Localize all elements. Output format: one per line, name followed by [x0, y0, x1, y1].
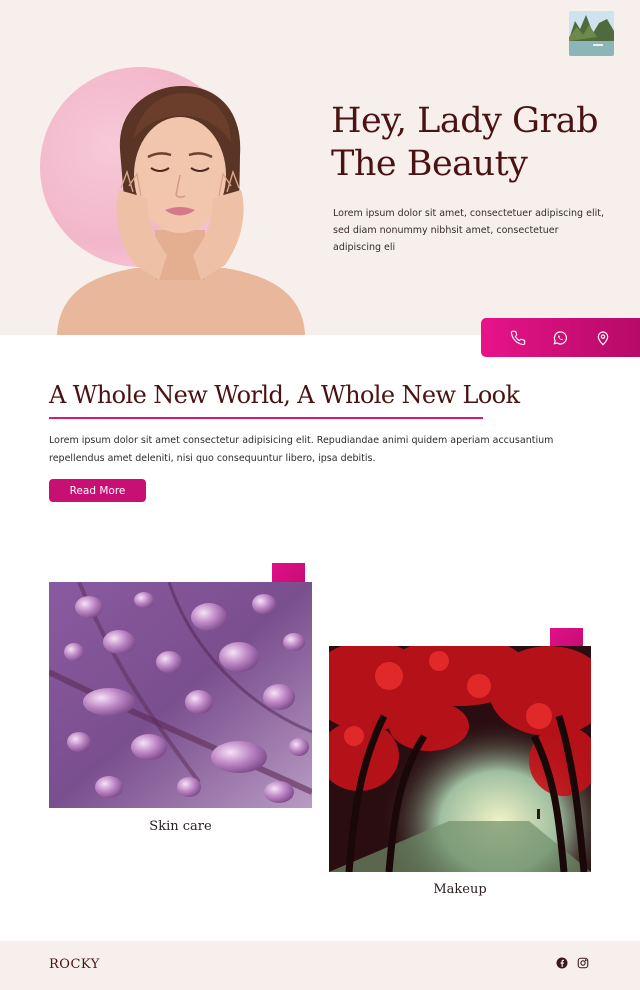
- model-portrait: [55, 80, 310, 335]
- page: Hey, Lady Grab The Beauty Lorem ipsum do…: [0, 0, 640, 990]
- footer-brand[interactable]: ROCKY: [49, 957, 100, 972]
- contact-bar: [481, 318, 640, 357]
- makeup-caption[interactable]: Makeup: [329, 882, 591, 897]
- facebook-icon[interactable]: [556, 957, 568, 969]
- social-links: [556, 957, 589, 969]
- section-description: Lorem ipsum dolor sit amet consectetur a…: [49, 435, 554, 464]
- footer: ROCKY: [0, 941, 640, 990]
- read-more-button[interactable]: Read More: [49, 479, 146, 502]
- hero-section: Hey, Lady Grab The Beauty Lorem ipsum do…: [0, 0, 640, 335]
- section-title: A Whole New World, A Whole New Look: [49, 381, 520, 409]
- title-underline: [49, 417, 483, 419]
- hero-title-line-1: Hey, Lady Grab: [331, 101, 598, 141]
- whatsapp-icon[interactable]: [551, 329, 569, 347]
- location-pin-icon[interactable]: [594, 329, 612, 347]
- skin-care-image[interactable]: [49, 582, 312, 808]
- logo-thumbnail[interactable]: [569, 11, 614, 56]
- skin-care-caption[interactable]: Skin care: [49, 819, 312, 834]
- instagram-icon[interactable]: [577, 957, 589, 969]
- hero-title-line-2: The Beauty: [331, 144, 528, 184]
- hero-description: Lorem ipsum dolor sit amet, consectetuer…: [333, 208, 604, 253]
- hero-title: Hey, Lady Grab The Beauty: [331, 100, 621, 186]
- phone-icon[interactable]: [509, 329, 527, 347]
- makeup-image[interactable]: [329, 646, 591, 872]
